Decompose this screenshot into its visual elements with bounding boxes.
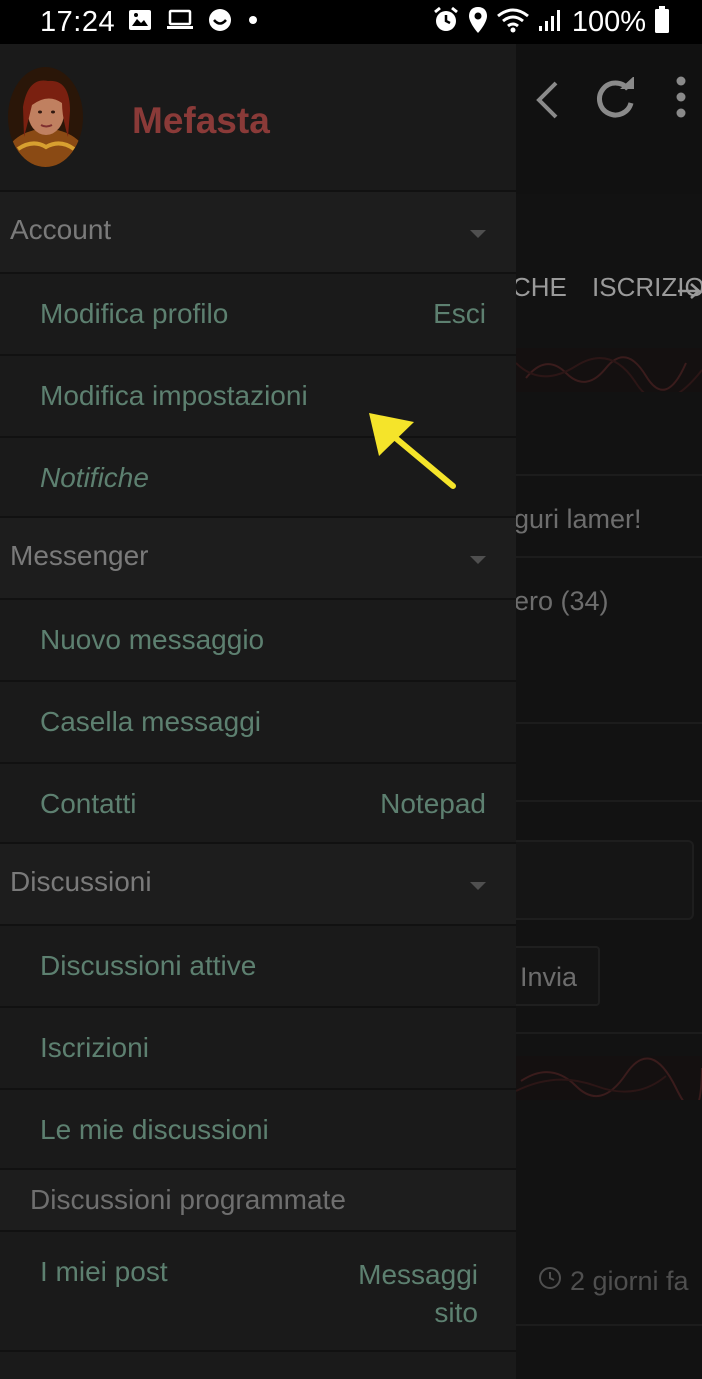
site-messages-line-2: sito bbox=[434, 1297, 478, 1328]
message-input[interactable] bbox=[516, 840, 694, 920]
decorative-banner bbox=[516, 348, 702, 392]
caret-down-icon bbox=[470, 230, 486, 238]
smiley-icon bbox=[208, 8, 232, 37]
menu-item-discussioni-programmate[interactable]: Discussioni programmate bbox=[0, 1168, 516, 1230]
send-button[interactable]: Invia bbox=[516, 946, 600, 1006]
status-right-icons: 100% bbox=[432, 5, 670, 39]
menu-item-contatti[interactable]: Contatti Notepad bbox=[0, 762, 516, 842]
background-text-1: guri lamer! bbox=[516, 504, 642, 534]
laptop-icon bbox=[166, 9, 194, 36]
clock-icon bbox=[538, 1266, 562, 1297]
section-account[interactable]: Account bbox=[0, 190, 516, 272]
section-discussioni[interactable]: Discussioni bbox=[0, 842, 516, 924]
battery-percent: 100% bbox=[571, 5, 646, 38]
navigation-drawer: Mefasta Account Modifica profilo Esci Mo… bbox=[0, 44, 516, 1379]
tab-partial-1[interactable]: CHE bbox=[516, 272, 567, 303]
alarm-icon bbox=[432, 6, 460, 39]
site-messages-line-1: Messaggi bbox=[358, 1259, 478, 1290]
divider bbox=[516, 474, 702, 476]
decorative-banner bbox=[516, 1056, 702, 1100]
username[interactable]: Mefasta bbox=[132, 100, 270, 142]
menu-item-label: I miei post bbox=[40, 1256, 168, 1287]
background-page: CHE ISCRIZIO guri lamer! ero (34) Invia … bbox=[516, 44, 702, 1379]
status-left-icons bbox=[128, 8, 260, 37]
back-icon[interactable] bbox=[534, 80, 560, 125]
menu-item-partial[interactable] bbox=[0, 1350, 516, 1379]
menu-item-nuovo-messaggio[interactable]: Nuovo messaggio bbox=[0, 598, 516, 680]
section-label: Account bbox=[10, 214, 112, 245]
avatar[interactable] bbox=[8, 67, 83, 167]
section-label: Discussioni bbox=[10, 866, 152, 897]
divider bbox=[516, 800, 702, 802]
menu-item-discussioni-attive[interactable]: Discussioni attive bbox=[0, 924, 516, 1006]
divider bbox=[516, 1324, 702, 1326]
more-options-icon[interactable] bbox=[674, 76, 688, 125]
background-text-2: ero (34) bbox=[516, 586, 609, 616]
arrow-right-icon[interactable] bbox=[678, 280, 702, 306]
caret-down-icon bbox=[470, 882, 486, 890]
notepad-link[interactable]: Notepad bbox=[380, 788, 486, 820]
caret-down-icon bbox=[470, 556, 486, 564]
menu-item-label: Iscrizioni bbox=[40, 1032, 149, 1063]
menu-item-label: Contatti bbox=[40, 788, 137, 819]
dot-icon bbox=[246, 13, 260, 32]
signal-icon bbox=[538, 8, 564, 37]
logout-link[interactable]: Esci bbox=[433, 298, 486, 330]
section-label: Messenger bbox=[10, 540, 149, 571]
menu-item-label: Modifica impostazioni bbox=[40, 380, 308, 411]
menu-item-casella-messaggi[interactable]: Casella messaggi bbox=[0, 680, 516, 762]
menu-item-label: Discussioni programmate bbox=[30, 1184, 346, 1216]
menu-item-label: Le mie discussioni bbox=[40, 1114, 269, 1145]
location-icon bbox=[468, 6, 488, 39]
annotation-arrow-icon bbox=[366, 410, 462, 499]
menu-item-modifica-profilo[interactable]: Modifica profilo Esci bbox=[0, 272, 516, 354]
divider bbox=[516, 722, 702, 724]
refresh-icon[interactable] bbox=[592, 76, 638, 126]
menu-item-label: Discussioni attive bbox=[40, 950, 257, 981]
menu-item-le-mie-discussioni[interactable]: Le mie discussioni bbox=[0, 1088, 516, 1168]
section-messenger[interactable]: Messenger bbox=[0, 516, 516, 598]
menu-item-label: Casella messaggi bbox=[40, 706, 261, 737]
menu-item-label: Modifica profilo bbox=[40, 298, 229, 329]
divider bbox=[516, 1032, 702, 1034]
image-icon bbox=[128, 9, 152, 36]
menu-item-i-miei-post[interactable]: I miei post Messaggi sito bbox=[0, 1230, 516, 1350]
post-time: 2 giorni fa bbox=[538, 1266, 689, 1297]
background-toolbar bbox=[516, 44, 702, 194]
site-messages-link[interactable]: Messaggi sito bbox=[358, 1256, 478, 1332]
menu-item-label: Notifiche bbox=[40, 462, 149, 493]
divider bbox=[516, 556, 702, 558]
wifi-icon bbox=[496, 7, 530, 38]
battery-icon bbox=[654, 5, 670, 39]
menu-item-iscrizioni[interactable]: Iscrizioni bbox=[0, 1006, 516, 1088]
status-bar: 17:24 100% bbox=[0, 0, 702, 44]
profile-header[interactable]: Mefasta bbox=[0, 44, 516, 190]
post-time-text: 2 giorni fa bbox=[570, 1266, 689, 1296]
status-time: 17:24 bbox=[40, 6, 116, 38]
menu-item-label: Nuovo messaggio bbox=[40, 624, 265, 655]
